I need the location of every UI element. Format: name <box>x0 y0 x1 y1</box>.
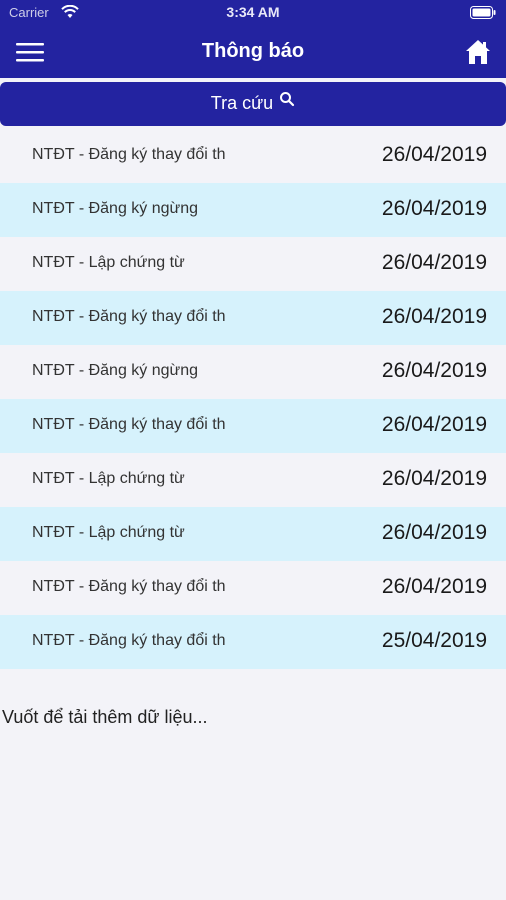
notification-date: 26/04/2019 <box>381 251 487 274</box>
home-icon[interactable] <box>464 38 492 66</box>
list-item[interactable]: NTĐT - Đăng ký thay đổi th 26/04/2019 <box>0 291 506 345</box>
notification-title: NTĐT - Lập chứng từ <box>32 254 185 271</box>
notification-title: NTĐT - Đăng ký thay đổi th <box>32 578 226 595</box>
list-item[interactable]: NTĐT - Đăng ký ngừng 26/04/2019 <box>0 345 506 399</box>
list-item[interactable]: NTĐT - Đăng ký thay đổi th 25/04/2019 <box>0 615 506 669</box>
list-item[interactable]: NTĐT - Lập chứng từ 26/04/2019 <box>0 507 506 561</box>
notification-title: NTĐT - Đăng ký thay đổi th <box>32 146 226 163</box>
notification-date: 25/04/2019 <box>381 629 487 652</box>
search-icon <box>280 92 295 107</box>
notification-date: 26/04/2019 <box>381 305 487 328</box>
search-button[interactable]: Tra cứu <box>0 82 506 126</box>
notification-date: 26/04/2019 <box>381 143 487 166</box>
notification-title: NTĐT - Đăng ký thay đổi th <box>32 308 226 325</box>
list-item[interactable]: NTĐT - Lập chứng từ 26/04/2019 <box>0 453 506 507</box>
status-time: 3:34 AM <box>226 4 280 20</box>
notification-title: NTĐT - Lập chứng từ <box>32 470 185 487</box>
list-item[interactable]: NTĐT - Lập chứng từ 26/04/2019 <box>0 237 506 291</box>
battery-icon <box>470 6 496 19</box>
notification-title: NTĐT - Đăng ký thay đổi th <box>32 632 226 649</box>
notification-title: NTĐT - Đăng ký ngừng <box>32 362 199 379</box>
list-item[interactable]: NTĐT - Đăng ký thay đổi th 26/04/2019 <box>0 399 506 453</box>
list-item[interactable]: NTĐT - Đăng ký ngừng 26/04/2019 <box>0 183 506 237</box>
notification-title: NTĐT - Đăng ký ngừng <box>32 200 199 217</box>
notification-title: NTĐT - Lập chứng từ <box>32 524 185 541</box>
notification-date: 26/04/2019 <box>381 359 487 382</box>
status-bar: Carrier 3:34 AM <box>0 0 506 28</box>
page-title: Thông báo <box>201 40 305 62</box>
notification-list: NTĐT - Đăng ký thay đổi th 26/04/2019 NT… <box>0 129 506 669</box>
notification-date: 26/04/2019 <box>381 521 487 544</box>
load-more-hint: Vuốt để tải thêm dữ liệu... <box>2 707 208 727</box>
notification-date: 26/04/2019 <box>381 467 487 490</box>
notification-title: NTĐT - Đăng ký thay đổi th <box>32 416 226 433</box>
list-item[interactable]: NTĐT - Đăng ký thay đổi th 26/04/2019 <box>0 129 506 183</box>
search-label: Tra cứu <box>210 93 274 113</box>
list-item[interactable]: NTĐT - Đăng ký thay đổi th 26/04/2019 <box>0 561 506 615</box>
navigation-bar: Thông báo <box>0 28 506 78</box>
notification-date: 26/04/2019 <box>381 575 487 598</box>
notification-date: 26/04/2019 <box>381 413 487 436</box>
notification-date: 26/04/2019 <box>381 197 487 220</box>
